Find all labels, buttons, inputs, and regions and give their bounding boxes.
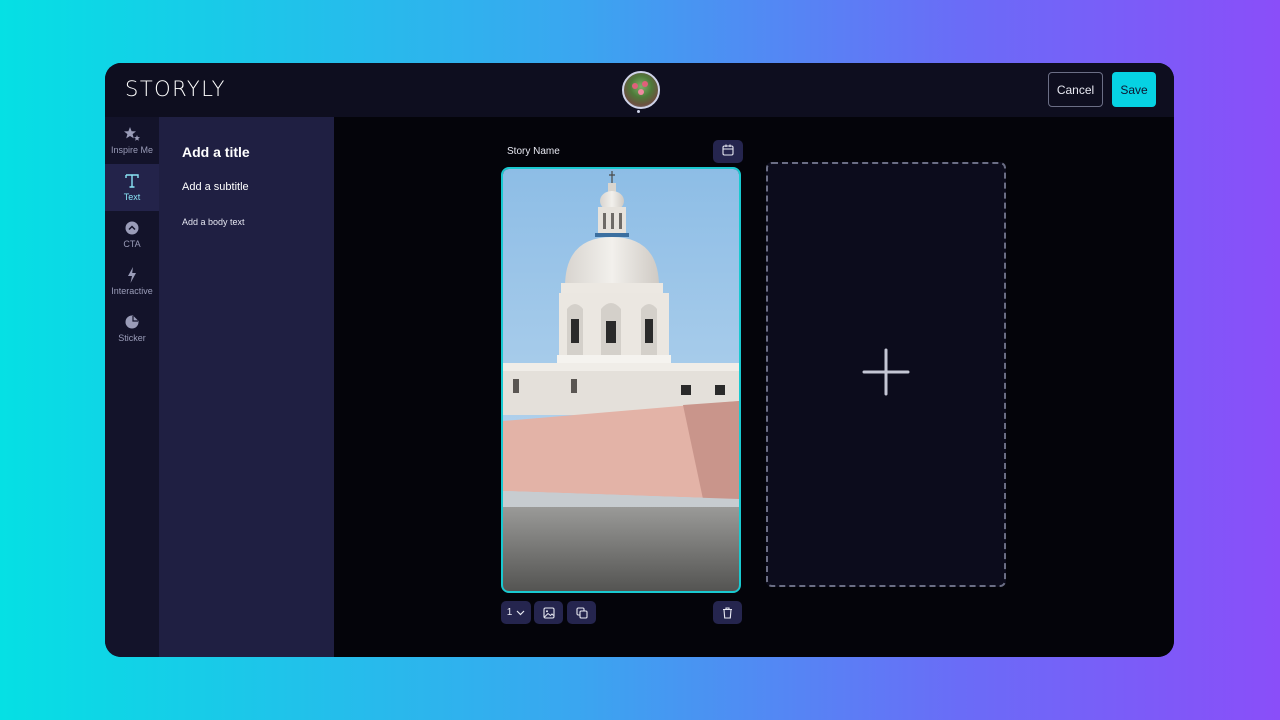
story-canvas: Story Name 1	[334, 117, 1174, 657]
trash-icon	[722, 606, 733, 619]
story-group-avatar[interactable]	[622, 71, 660, 109]
rail-item-label: Inspire Me	[110, 145, 154, 155]
rail-item-label: CTA	[123, 239, 141, 249]
top-bar: STORYLY Cancel Save	[105, 63, 1174, 117]
avatar-indicator-dot	[637, 110, 640, 113]
schedule-button[interactable]	[713, 140, 743, 163]
text-options-panel: Add a title Add a subtitle Add a body te…	[159, 117, 334, 657]
calendar-icon	[722, 143, 734, 161]
rail-item-label: Sticker	[118, 333, 146, 343]
change-media-button[interactable]	[534, 601, 563, 624]
sticker-icon	[125, 314, 139, 330]
rail-item-label: Interactive	[111, 286, 153, 296]
rail-item-cta[interactable]: CTA	[105, 211, 159, 258]
image-icon	[542, 606, 555, 619]
copy-icon	[575, 606, 588, 619]
story-page-card[interactable]	[501, 167, 741, 593]
save-button[interactable]: Save	[1112, 72, 1156, 107]
chevron-up-circle-icon	[125, 220, 139, 236]
story-name-label[interactable]: Story Name	[507, 146, 560, 157]
tool-rail: Inspire Me Text CTA Interactive Sticker	[105, 117, 159, 657]
add-subtitle-option[interactable]: Add a subtitle	[182, 181, 249, 193]
rail-item-label: Text	[123, 192, 141, 202]
page-number-dropdown[interactable]: 1	[501, 601, 531, 624]
rail-item-interactive[interactable]: Interactive	[105, 258, 159, 305]
page-number-value: 1	[506, 607, 513, 618]
lightning-icon	[127, 267, 137, 283]
editor-window: STORYLY Cancel Save Inspire Me Text CTA …	[105, 63, 1174, 657]
duplicate-page-button[interactable]	[567, 601, 596, 624]
chevron-down-icon	[516, 610, 525, 616]
add-story-page-button[interactable]	[766, 162, 1006, 587]
text-t-icon	[124, 173, 140, 189]
sparkle-star-icon	[124, 126, 140, 142]
delete-page-button[interactable]	[713, 601, 742, 624]
cancel-button[interactable]: Cancel	[1048, 72, 1103, 107]
story-photo-pantheon	[503, 169, 739, 591]
rail-item-sticker[interactable]: Sticker	[105, 305, 159, 352]
rail-item-inspire-me[interactable]: Inspire Me	[105, 117, 159, 164]
rail-item-text[interactable]: Text	[105, 164, 159, 211]
storyly-logo: STORYLY	[125, 77, 227, 101]
plus-icon	[862, 348, 910, 401]
add-title-option[interactable]: Add a title	[182, 144, 250, 160]
add-body-text-option[interactable]: Add a body text	[182, 217, 245, 227]
